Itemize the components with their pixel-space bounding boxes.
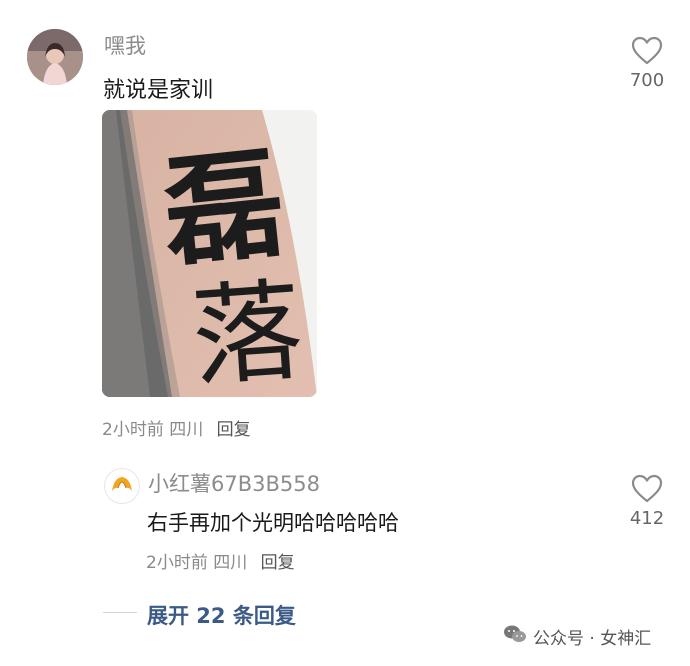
heart-icon[interactable] (631, 474, 663, 508)
reply-like-count: 412 (629, 508, 665, 529)
tattoo-character-1: 磊 (156, 132, 291, 285)
reply-like-button[interactable]: 412 (617, 474, 677, 529)
reply-time: 2小时前 (146, 553, 208, 573)
username[interactable]: 嘿我 (104, 30, 146, 60)
comment-location: 四川 (169, 420, 204, 440)
reply-text: 右手再加个光明哈哈哈哈哈 (147, 511, 399, 535)
reply-avatar[interactable] (104, 468, 140, 504)
like-button[interactable]: 700 (617, 36, 677, 91)
avatar[interactable] (27, 29, 83, 85)
reply-location: 四川 (213, 553, 248, 573)
wechat-icon (503, 624, 527, 649)
comment-meta: 2小时前 四川 回复 (102, 415, 251, 440)
like-count: 700 (629, 70, 665, 91)
reply-reply-button[interactable]: 回复 (261, 553, 295, 573)
watermark-text: 公众号 · 女神汇 (533, 629, 652, 649)
heart-icon[interactable] (631, 36, 663, 70)
divider (103, 612, 137, 613)
tattoo-character-2: 落 (188, 266, 307, 397)
reply-meta: 2小时前 四川 回复 (146, 548, 295, 573)
watermark: 公众号 · 女神汇 (503, 624, 651, 649)
comment-time: 2小时前 (102, 420, 164, 440)
reply-username[interactable]: 小红薯67B3B558 (148, 468, 320, 498)
comment-image[interactable]: 磊 落 (102, 110, 317, 397)
expand-replies-button[interactable]: 展开 22 条回复 (147, 600, 296, 630)
reply-button[interactable]: 回复 (217, 420, 251, 440)
comment-text: 就说是家训 (103, 78, 214, 103)
croissant-icon (105, 477, 139, 503)
